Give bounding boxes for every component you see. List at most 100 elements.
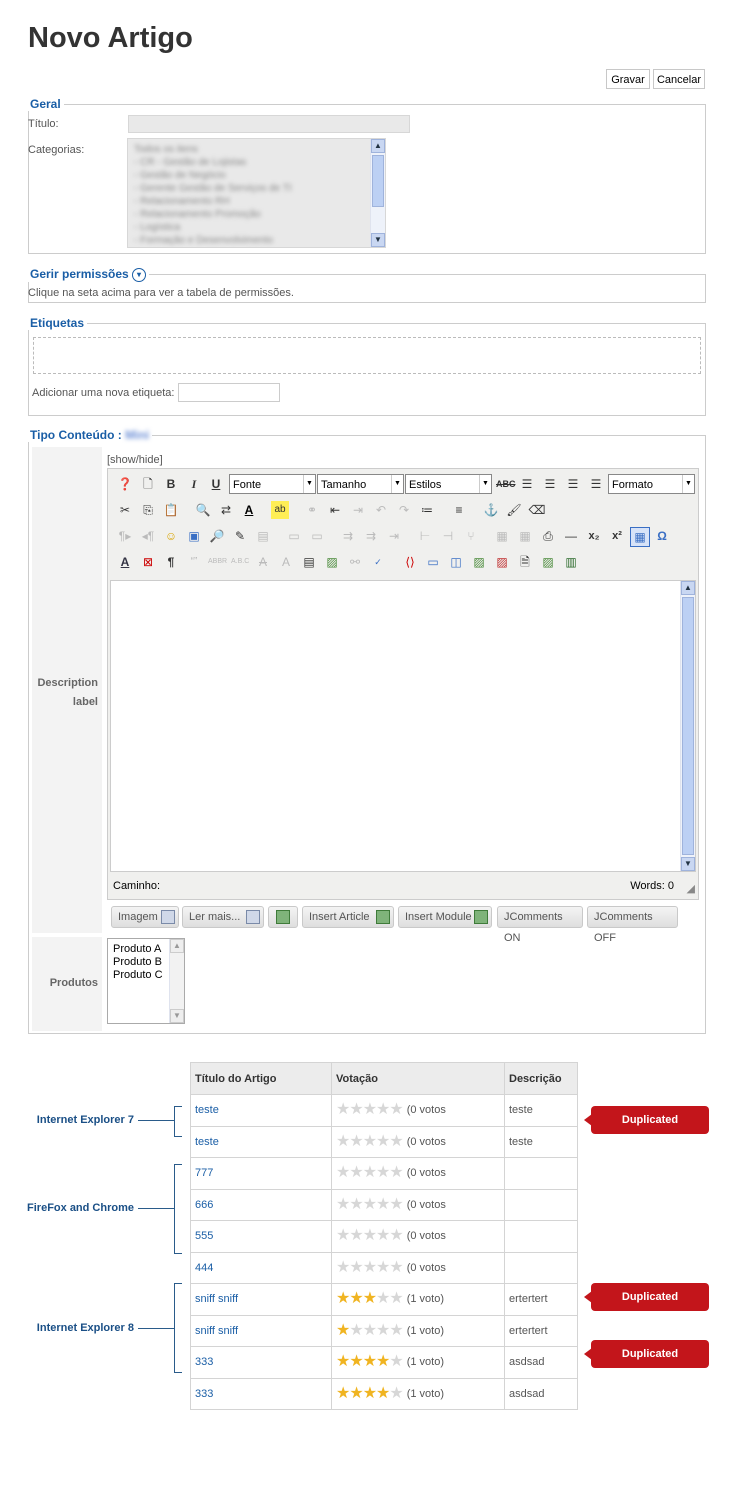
save-button[interactable]: Gravar xyxy=(606,69,650,89)
star-icon[interactable]: ★ xyxy=(376,1133,390,1150)
star-rating[interactable]: ★★★★★ xyxy=(336,1133,404,1150)
print-icon[interactable]: ⎙ xyxy=(539,527,557,545)
insert-article-button[interactable]: Insert Article xyxy=(302,906,394,928)
star-rating[interactable]: ★★★★★ xyxy=(336,1102,404,1118)
jcomments-off-button[interactable]: JComments OFF xyxy=(587,906,678,944)
strikethrough-icon[interactable]: ABC xyxy=(496,475,516,493)
star-icon[interactable]: ★ xyxy=(376,1165,390,1181)
star-icon[interactable]: ★ xyxy=(336,1291,350,1307)
article-title-link[interactable]: 555 xyxy=(195,1230,213,1242)
film-icon[interactable]: ▥ xyxy=(562,553,580,571)
image-button[interactable]: Imagem xyxy=(111,906,179,928)
categories-select[interactable]: Todos os itens - CR - Gestão de Lojistas -… xyxy=(127,138,386,248)
image-icon[interactable]: ▨ xyxy=(323,553,341,571)
star-icon[interactable]: ★ xyxy=(336,1133,350,1150)
permissions-legend[interactable]: Gerir permissões ▾ xyxy=(28,267,150,282)
split-cells-icon[interactable]: ⊢ xyxy=(416,527,434,545)
article-title-link[interactable]: 333 xyxy=(195,1356,213,1368)
indent-icon[interactable]: ⇥ xyxy=(349,501,367,519)
star-icon[interactable]: ★ xyxy=(363,1322,377,1339)
ins-icon[interactable]: A xyxy=(277,553,295,571)
horizontal-rule-icon[interactable]: — xyxy=(562,527,580,545)
page-break-icon[interactable]: 🗎 xyxy=(516,553,534,571)
align-center-icon[interactable]: ☰ xyxy=(541,475,559,493)
scroll-thumb[interactable] xyxy=(682,597,694,855)
star-rating[interactable]: ★★★★★ xyxy=(336,1228,404,1244)
find-icon[interactable]: 🔍 xyxy=(194,501,212,519)
star-icon[interactable]: ★ xyxy=(376,1259,390,1276)
styleprops-icon[interactable]: A xyxy=(116,553,134,571)
cut-icon[interactable]: ✂ xyxy=(116,501,134,519)
rtl-icon[interactable]: ◂¶ xyxy=(139,527,157,545)
star-icon[interactable]: ★ xyxy=(389,1291,403,1307)
delete-col-icon[interactable]: ⇥ xyxy=(385,527,403,545)
star-icon[interactable]: ★ xyxy=(349,1354,363,1370)
align-left-icon[interactable]: ☰ xyxy=(564,475,582,493)
acronym-icon[interactable]: A.B.C xyxy=(231,553,249,571)
star-icon[interactable]: ★ xyxy=(376,1322,390,1339)
insert-col-after-icon[interactable]: ⇉ xyxy=(362,527,380,545)
category-option[interactable]: - Gestão de Negócio xyxy=(134,169,292,182)
outdent-icon[interactable]: ⇤ xyxy=(326,501,344,519)
gallery-icon[interactable]: ▨ xyxy=(539,553,557,571)
styles-select[interactable]: Estilos ▼ xyxy=(405,474,492,494)
title-input[interactable] xyxy=(128,115,410,133)
bullet-list-icon[interactable]: ≡ xyxy=(450,501,468,519)
add-tag-input[interactable] xyxy=(178,383,280,402)
star-icon[interactable]: ★ xyxy=(336,1102,350,1118)
star-icon[interactable]: ★ xyxy=(349,1291,363,1307)
scroll-down-icon[interactable]: ▼ xyxy=(681,857,695,871)
star-icon[interactable]: ★ xyxy=(336,1228,350,1244)
column-header-description[interactable]: Descrição xyxy=(504,1062,578,1095)
article-title-link[interactable]: 666 xyxy=(195,1199,213,1211)
cite-icon[interactable]: “” xyxy=(185,553,203,571)
table-icon[interactable]: ▦ xyxy=(630,527,650,547)
star-icon[interactable]: ★ xyxy=(376,1228,390,1244)
del-icon[interactable]: A xyxy=(254,553,272,571)
star-icon[interactable]: ★ xyxy=(349,1102,363,1118)
star-icon[interactable]: ★ xyxy=(389,1385,403,1402)
star-icon[interactable]: ★ xyxy=(389,1354,403,1370)
article-title-link[interactable]: 777 xyxy=(195,1167,213,1179)
products-select[interactable]: Produto A Produto B Produto C ▲ ▼ xyxy=(107,938,185,1024)
chevron-down-circle-icon[interactable]: ▾ xyxy=(132,267,147,282)
preview-icon[interactable]: 🔎 xyxy=(208,527,226,545)
undo-icon[interactable]: ↶ xyxy=(372,501,390,519)
eraser-icon[interactable]: ⌫ xyxy=(528,501,546,519)
fork-icon[interactable]: ⑂ xyxy=(462,527,480,545)
read-more-button[interactable]: Ler mais... xyxy=(182,906,264,928)
star-icon[interactable]: ★ xyxy=(376,1385,390,1402)
star-icon[interactable]: ★ xyxy=(363,1165,377,1181)
italic-icon[interactable]: I xyxy=(185,475,203,493)
star-icon[interactable]: ★ xyxy=(389,1196,403,1213)
star-icon[interactable]: ★ xyxy=(376,1196,390,1213)
editor-scrollbar[interactable]: ▲ ▼ xyxy=(680,581,695,871)
star-rating[interactable]: ★★★★★ xyxy=(336,1385,404,1402)
align-right-icon[interactable]: ☰ xyxy=(587,475,605,493)
unlink-icon[interactable]: ⚭ xyxy=(303,501,321,519)
highlight-color-icon[interactable]: ab xyxy=(271,501,289,519)
scroll-down-icon[interactable]: ▼ xyxy=(371,233,385,247)
star-icon[interactable]: ★ xyxy=(336,1165,350,1181)
non-breaking-icon[interactable]: ⊠ xyxy=(139,553,157,571)
category-option[interactable]: - CR - Gestão de Lojistas xyxy=(134,156,292,169)
html-source-icon[interactable]: ⟨⟩ xyxy=(401,553,419,571)
column-header-rating[interactable]: Votação xyxy=(331,1062,505,1095)
product-option[interactable]: Produto A xyxy=(113,943,163,956)
category-option[interactable]: - Relacionamento RH xyxy=(134,195,292,208)
row-props-icon[interactable]: ▦ xyxy=(516,527,534,545)
new-document-icon[interactable]: 🗋 xyxy=(139,475,157,493)
scroll-up-icon[interactable]: ▲ xyxy=(170,939,184,953)
merge-cells-icon[interactable]: ⊣ xyxy=(439,527,457,545)
article-title-link[interactable]: sniff sniff xyxy=(195,1325,238,1337)
scroll-up-icon[interactable]: ▲ xyxy=(681,581,695,595)
insert-module-button[interactable]: Insert Module xyxy=(398,906,492,928)
star-rating[interactable]: ★★★★★ xyxy=(336,1291,404,1307)
cancel-button[interactable]: Cancelar xyxy=(653,69,705,89)
star-icon[interactable]: ★ xyxy=(389,1322,403,1339)
star-icon[interactable]: ★ xyxy=(349,1133,363,1150)
scroll-up-icon[interactable]: ▲ xyxy=(371,139,385,153)
template-icon[interactable]: ▭ xyxy=(424,553,442,571)
abbr-icon[interactable]: ABBR xyxy=(208,553,227,571)
category-option[interactable]: Todos os itens xyxy=(134,143,292,156)
